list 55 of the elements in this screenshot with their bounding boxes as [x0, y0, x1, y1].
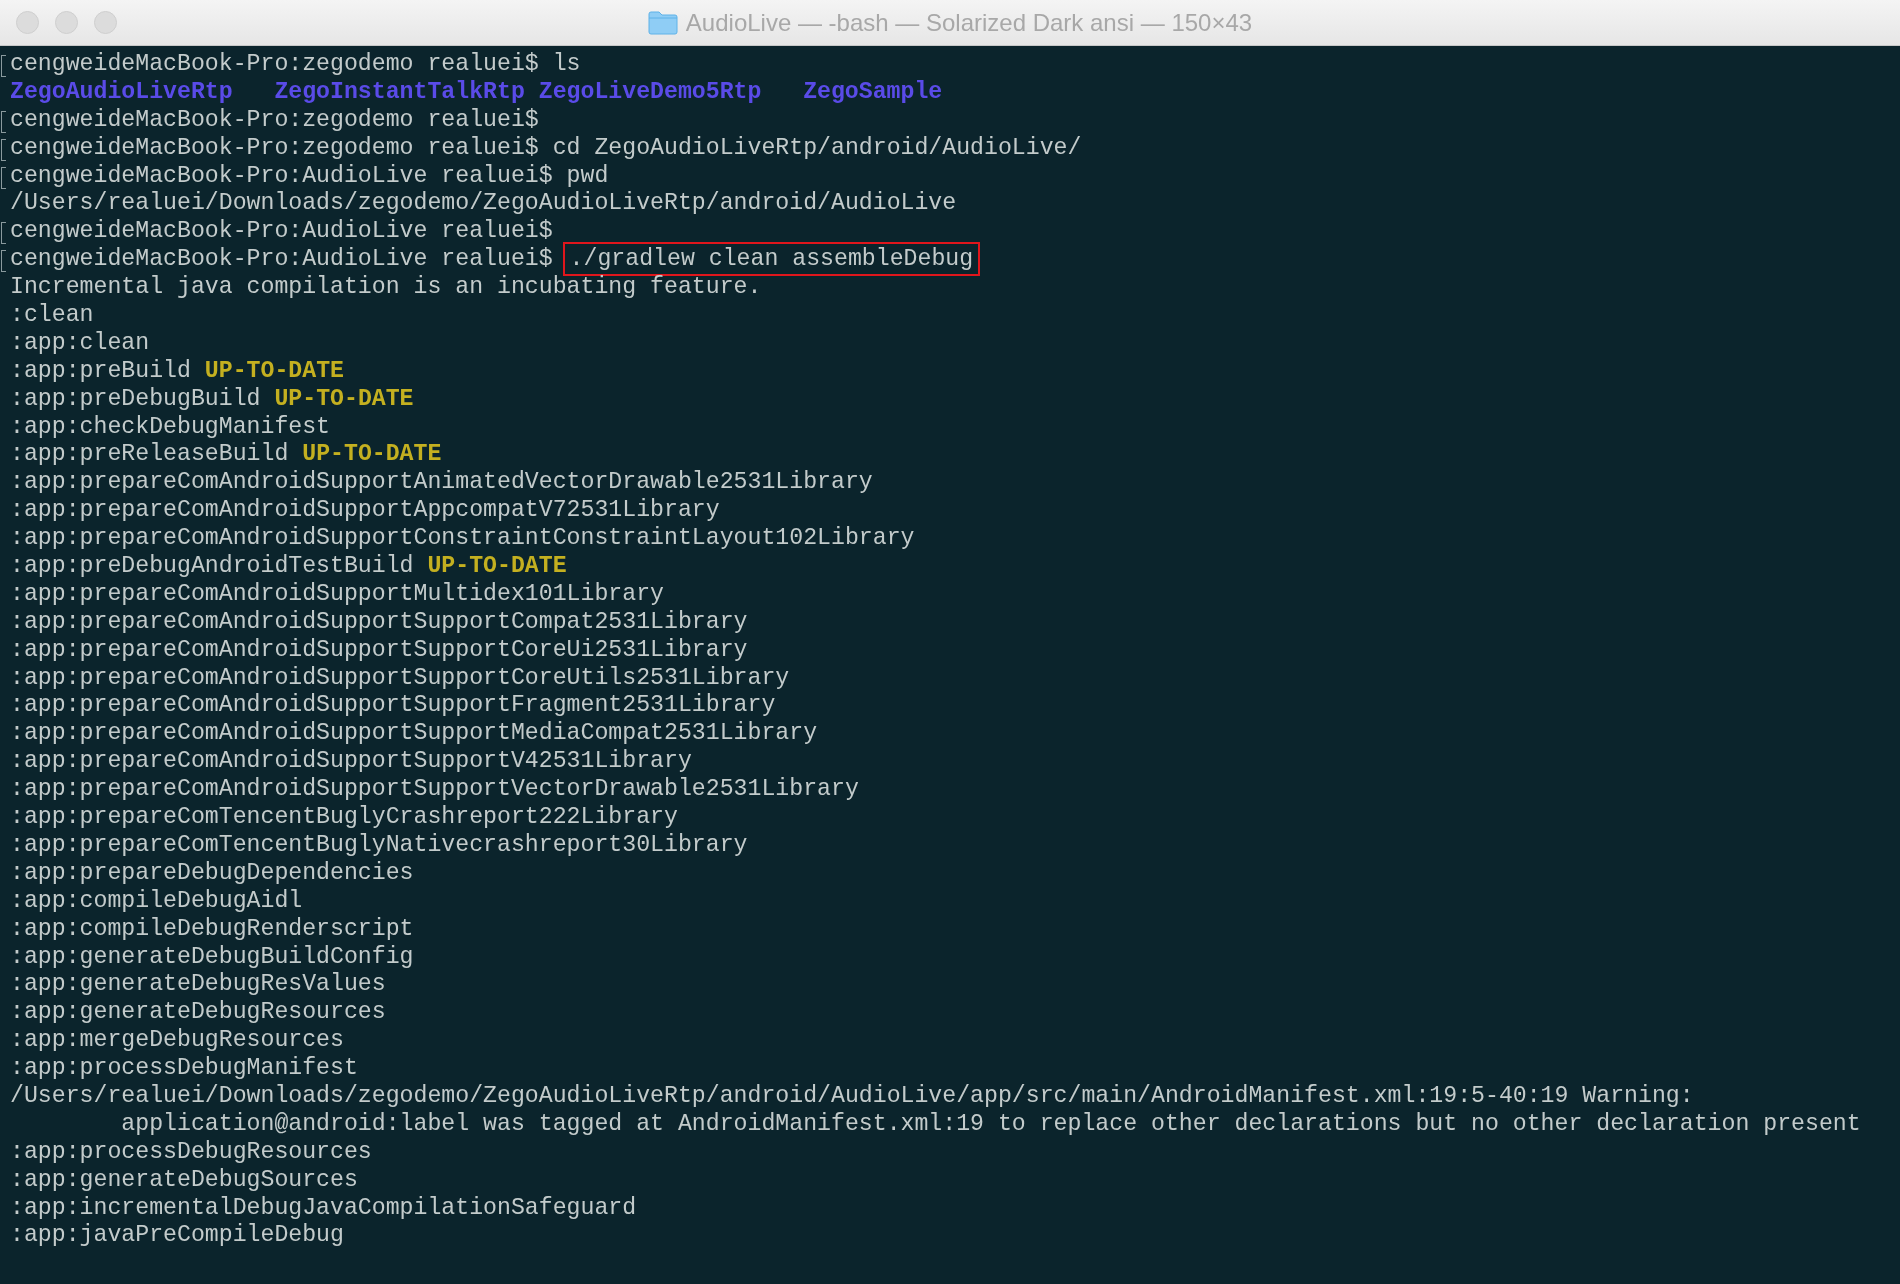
folder-icon — [647, 10, 678, 35]
output-text: :app:preDebugAndroidTestBuild — [10, 553, 415, 580]
status-text: UP-TO-DATE — [274, 385, 414, 412]
output-text: :app:preDebugBuild — [10, 385, 262, 412]
output-text: :app:generateDebugBuildConfig — [10, 943, 414, 970]
output-text: cengweideMacBook-Pro:AudioLive realuei$ — [10, 246, 554, 273]
output-text: :app:clean — [10, 329, 150, 356]
output-text: :app:checkDebugManifest — [10, 413, 331, 440]
close-button[interactable] — [16, 11, 39, 34]
output-text: :app:compileDebugAidl — [10, 887, 303, 914]
output-text: :app:prepareDebugDependencies — [10, 859, 414, 886]
output-text: cengweideMacBook-Pro:AudioLive realuei$ pwd — [10, 162, 609, 189]
output-text: :clean — [10, 302, 94, 328]
output-text: :app:prepareComAndroidSupportSupportMediaCompat2531Library — [10, 720, 818, 747]
output-text: :app:prepareComAndroidSupportSupportCompat2531Library — [10, 608, 748, 635]
output-text: :app:processDebugResources — [10, 1138, 372, 1165]
directory-name: ZegoLiveDemo5Rtp — [538, 78, 763, 107]
output-text: :app:prepareComAndroidSupportSupportV42531Library — [10, 748, 692, 775]
directory-name: ZegoAudioLiveRtp — [10, 78, 234, 107]
output-text: :app:preBuild — [10, 357, 192, 384]
output-text: cengweideMacBook-Pro:AudioLive realuei$ — [10, 218, 553, 245]
output-text: :app:generateDebugResources — [10, 999, 386, 1026]
output-text: /Users/realuei/Downloads/zegodemo/ZegoAudioLiveRtp/android/AudioLive — [10, 190, 957, 217]
output-text: :app:processDebugManifest — [10, 1055, 358, 1082]
output-text: :app:prepareComTencentBuglyNativecrashreport30Library — [10, 831, 748, 858]
directory-name: ZegoInstantTalkRtp — [274, 78, 526, 107]
output-text: :app:javaPreCompileDebug — [10, 1222, 344, 1249]
output-text: :app:prepareComAndroidSupportConstraintConstraintLayout102Library — [10, 525, 915, 552]
directory-name: ZegoSample — [803, 78, 943, 107]
output-text: :app:prepareComAndroidSupportSupportCoreUi2531Library — [10, 636, 748, 663]
output-text: :app:generateDebugResValues — [10, 971, 386, 998]
output-text: cengweideMacBook-Pro:zegodemo realuei$ ls — [10, 51, 581, 77]
output-text: :app:compileDebugRenderscript — [10, 915, 414, 942]
output-text: Incremental java compilation is an incubating feature. — [10, 274, 762, 301]
status-text: UP-TO-DATE — [302, 441, 442, 468]
zoom-button[interactable] — [94, 11, 117, 34]
output-text: :app:preReleaseBuild — [10, 441, 290, 468]
output-text: :app:generateDebugSources — [10, 1166, 358, 1193]
output-text: :app:incrementalDebugJavaCompilationSafeguard — [10, 1194, 637, 1221]
output-text: :app:prepareComAndroidSupportMultidex101Library — [10, 580, 664, 607]
status-text: UP-TO-DATE — [204, 357, 344, 384]
output-text: :app:prepareComTencentBuglyCrashreport222Library — [10, 804, 678, 831]
output-text: :app:prepareComAndroidSupportAnimatedVectorDrawable2531Library — [10, 469, 873, 496]
output-text: application@android:label was tagged at AndroidManifest.xml:19 to replace other declarations but no other declaration present — [120, 1110, 1861, 1137]
window-title: AudioLive — -bash — Solarized Dark ansi — 150×43 — [685, 8, 1253, 37]
output-text: cengweideMacBook-Pro:zegodemo realuei$ — [10, 106, 539, 133]
status-text: UP-TO-DATE — [427, 553, 567, 580]
output-text: :app:prepareComAndroidSupportAppcompatV72531Library — [10, 497, 720, 524]
output-text: /Users/realuei/Downloads/zegodemo/ZegoAudioLiveRtp/android/AudioLive/app/src/main/AndroidManifest.xml:19:5-40:19 Warning: — [10, 1082, 1694, 1109]
output-text: cengweideMacBook-Pro:zegodemo realuei$ cd ZegoAudioLiveRtp/android/AudioLive/ — [10, 134, 1082, 161]
output-text: :app:mergeDebugResources — [10, 1027, 344, 1054]
output-text: :app:prepareComAndroidSupportSupportFragment2531Library — [10, 692, 776, 719]
minimize-button[interactable] — [55, 11, 78, 34]
output-text: :app:prepareComAndroidSupportSupportVectorDrawable2531Library — [10, 776, 859, 803]
output-text: :app:prepareComAndroidSupportSupportCoreUtils2531Library — [10, 664, 790, 691]
